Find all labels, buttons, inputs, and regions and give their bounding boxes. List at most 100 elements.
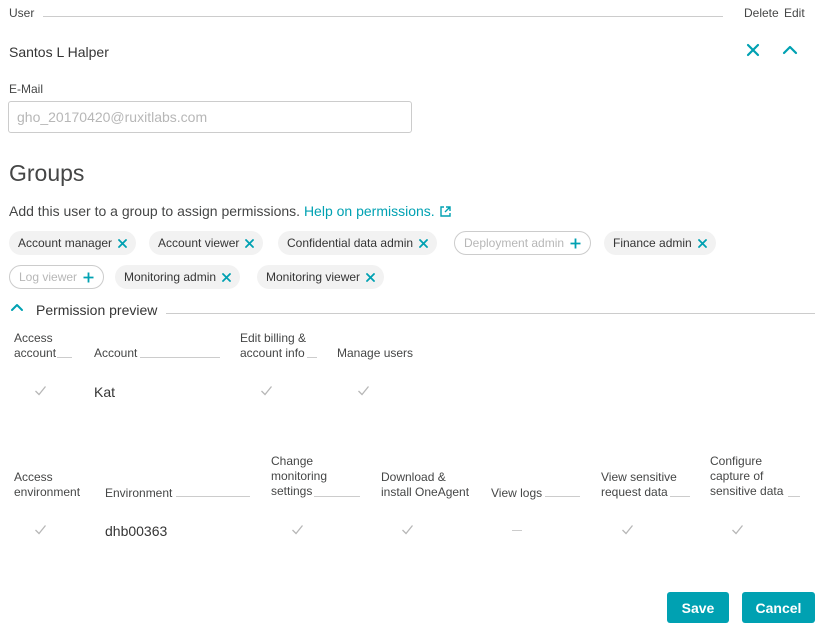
user-column-label: User — [9, 6, 35, 20]
check-icon — [358, 386, 370, 396]
group-chip-finance-admin: Finance admin — [604, 231, 716, 255]
group-chip-confidential-data-admin: Confidential data admin — [278, 231, 438, 255]
add-group-button[interactable] — [570, 238, 581, 249]
collapse-edit-button[interactable] — [780, 40, 800, 60]
col-head-view-sensitive: View sensitive request data — [601, 470, 677, 500]
col-head-change-monitoring: Change monitoring settings — [271, 454, 327, 499]
col-head-manage-users: Manage users — [337, 346, 414, 360]
col-head-account: Account — [94, 346, 138, 360]
edit-column-label: Edit — [784, 6, 805, 20]
close-icon — [419, 238, 428, 248]
remove-group-button[interactable] — [222, 272, 231, 282]
col-head-access-account: Access account — [14, 331, 56, 361]
collapse-preview-button[interactable] — [8, 299, 26, 317]
col-head-line: Configure — [710, 454, 763, 468]
remove-group-button[interactable] — [697, 238, 707, 248]
col-rule — [176, 496, 250, 497]
check-icon — [622, 525, 634, 535]
col-head-line: Access — [14, 470, 53, 484]
preview-divider — [166, 313, 815, 314]
delete-user-button[interactable] — [743, 40, 763, 60]
plus-icon — [83, 272, 94, 282]
col-rule — [307, 357, 317, 358]
col-head-line: Edit billing & — [240, 331, 307, 345]
group-chip-log-viewer: Log viewer — [9, 265, 105, 289]
col-head-line: sensitive data — [710, 484, 784, 498]
group-chip-monitoring-viewer: Monitoring viewer — [257, 265, 385, 289]
chip-label: Deployment admin — [464, 236, 565, 250]
chip-label: Account viewer — [158, 236, 240, 250]
group-chip-deployment-admin: Deployment admin — [454, 231, 592, 255]
col-rule — [57, 357, 72, 358]
col-head-line: Download & — [381, 470, 446, 484]
help-link-text: Help on permissions. — [303, 203, 435, 219]
groups-description: Add this user to a group to assign permi… — [9, 203, 451, 219]
close-icon — [697, 238, 707, 248]
group-chip-monitoring-admin: Monitoring admin — [115, 265, 241, 289]
group-chip-account-viewer: Account viewer — [149, 231, 264, 255]
col-rule — [545, 496, 580, 497]
col-head-line: account — [14, 346, 57, 360]
col-head-line: request data — [601, 485, 668, 499]
help-on-permissions-link[interactable]: Help on permissions. — [304, 203, 451, 219]
col-head-access-environment: Access environment — [14, 470, 80, 500]
chip-label: Log viewer — [19, 270, 78, 284]
check-icon — [292, 525, 304, 535]
col-head-line: View sensitive — [601, 470, 677, 484]
col-rule — [314, 496, 360, 497]
close-icon — [245, 238, 255, 248]
external-link-icon — [439, 206, 451, 217]
account-name: Kat — [94, 384, 116, 400]
chip-label: Monitoring viewer — [266, 270, 361, 284]
remove-group-button[interactable] — [245, 238, 255, 248]
chevron-up-icon — [11, 304, 23, 311]
col-head-line: install OneAgent — [381, 485, 470, 499]
user-name: Santos L Halper — [9, 44, 109, 60]
col-head-line: Access — [14, 331, 53, 345]
check-icon — [35, 386, 47, 396]
check-icon — [261, 386, 273, 396]
cancel-button[interactable]: Cancel — [742, 592, 815, 623]
add-group-button[interactable] — [83, 272, 94, 283]
col-head-line: account info — [240, 346, 305, 360]
close-icon — [222, 272, 231, 282]
environment-name: dhb00363 — [105, 523, 168, 539]
col-head-configure-capture: Configure capture of sensitive data — [710, 454, 783, 499]
chevron-up-icon — [782, 45, 798, 55]
save-button[interactable]: Save — [667, 592, 729, 623]
check-icon — [732, 525, 744, 535]
group-chip-account-manager: Account manager — [9, 231, 137, 255]
col-head-line: monitoring — [271, 469, 328, 483]
chip-label: Account manager — [18, 236, 113, 250]
plus-icon — [570, 238, 581, 248]
col-head-download-oneagent: Download & install OneAgent — [381, 470, 469, 500]
check-icon — [402, 525, 414, 535]
groups-title: Groups — [9, 160, 85, 186]
chip-label: Confidential data admin — [287, 236, 414, 250]
col-head-line: capture of — [710, 469, 764, 483]
close-icon — [118, 238, 127, 248]
email-label: E-Mail — [9, 82, 44, 96]
dash-icon — [512, 530, 522, 531]
groups-description-text: Add this user to a group to assign permi… — [9, 203, 301, 219]
chip-label: Finance admin — [613, 236, 692, 250]
col-head-line: environment — [14, 485, 81, 499]
col-head-environment: Environment — [105, 486, 173, 500]
close-icon — [746, 43, 760, 57]
col-head-view-logs: View logs — [491, 486, 543, 500]
check-icon — [35, 525, 47, 535]
delete-column-label: Delete — [744, 6, 779, 20]
close-icon — [366, 272, 375, 282]
col-head-line: Change — [271, 454, 314, 468]
remove-group-button[interactable] — [419, 238, 428, 248]
header-divider — [43, 16, 723, 17]
col-head-edit-billing: Edit billing & account info — [240, 331, 306, 361]
remove-group-button[interactable] — [366, 272, 375, 282]
col-rule — [140, 357, 220, 358]
email-field[interactable] — [8, 101, 412, 133]
permission-preview-title: Permission preview — [36, 302, 158, 318]
chip-label: Monitoring admin — [124, 270, 217, 284]
col-rule — [670, 496, 690, 497]
remove-group-button[interactable] — [118, 238, 127, 248]
col-rule — [788, 496, 800, 497]
